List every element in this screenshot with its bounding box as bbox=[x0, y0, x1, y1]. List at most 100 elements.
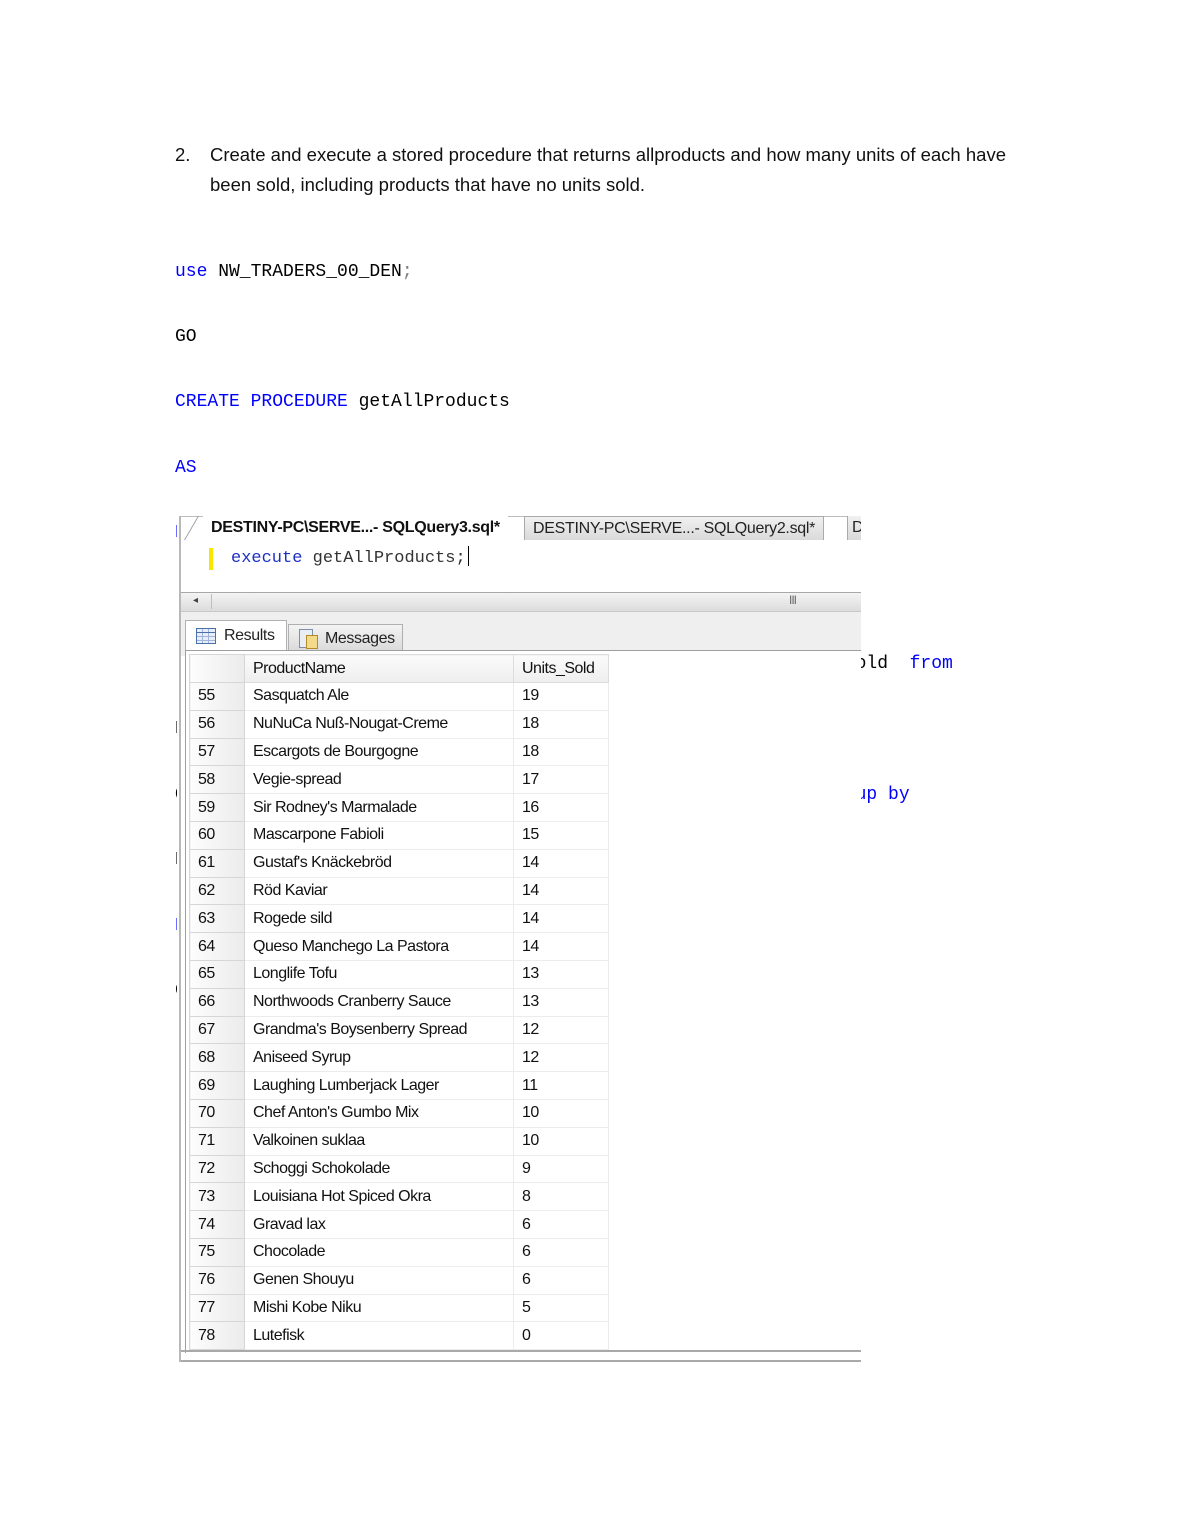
cell-product-name[interactable]: Röd Kaviar bbox=[244, 876, 514, 906]
table-row[interactable]: 66 Northwoods Cranberry Sauce 13 bbox=[189, 987, 609, 1017]
row-number[interactable]: 73 bbox=[189, 1182, 245, 1212]
row-number[interactable]: 65 bbox=[189, 959, 245, 989]
cell-product-name[interactable]: Mascarpone Fabioli bbox=[244, 820, 514, 850]
table-row[interactable]: 67 Grandma's Boysenberry Spread 12 bbox=[189, 1015, 609, 1045]
cell-product-name[interactable]: Gustaf's Knäckebröd bbox=[244, 848, 514, 878]
row-number[interactable]: 77 bbox=[189, 1293, 245, 1323]
scroll-grip-icon[interactable]: III bbox=[789, 593, 797, 607]
cell-product-name[interactable]: Vegie-spread bbox=[244, 765, 514, 795]
cell-product-name[interactable]: Queso Manchego La Pastora bbox=[244, 932, 514, 961]
table-row[interactable]: 71 Valkoinen suklaa 10 bbox=[189, 1126, 609, 1156]
scroll-left-icon[interactable]: ◂ bbox=[193, 595, 198, 606]
cell-product-name[interactable]: Gravad lax bbox=[244, 1210, 514, 1239]
cell-units-sold[interactable]: 6 bbox=[513, 1237, 609, 1267]
table-row[interactable]: 60 Mascarpone Fabioli 15 bbox=[189, 820, 609, 850]
cell-product-name[interactable]: Chef Anton's Gumbo Mix bbox=[244, 1098, 514, 1128]
cell-units-sold[interactable]: 13 bbox=[513, 987, 609, 1017]
scroll-track[interactable] bbox=[211, 594, 860, 609]
cell-units-sold[interactable]: 6 bbox=[513, 1210, 609, 1239]
cell-units-sold[interactable]: 14 bbox=[513, 932, 609, 961]
row-number[interactable]: 58 bbox=[189, 765, 245, 795]
cell-units-sold[interactable]: 14 bbox=[513, 848, 609, 878]
row-number[interactable]: 66 bbox=[189, 987, 245, 1017]
row-number[interactable]: 57 bbox=[189, 737, 245, 767]
cell-product-name[interactable]: Schoggi Schokolade bbox=[244, 1154, 514, 1184]
query-editor[interactable]: execute getAllProducts; bbox=[181, 540, 861, 594]
cell-product-name[interactable]: Sasquatch Ale bbox=[244, 682, 514, 711]
row-number[interactable]: 60 bbox=[189, 820, 245, 850]
table-row[interactable]: 74 Gravad lax 6 bbox=[189, 1210, 609, 1239]
table-row[interactable]: 61 Gustaf's Knäckebröd 14 bbox=[189, 848, 609, 878]
cell-product-name[interactable]: Aniseed Syrup bbox=[244, 1043, 514, 1073]
row-number[interactable]: 64 bbox=[189, 932, 245, 961]
table-row[interactable]: 56 NuNuCa Nuß-Nougat-Creme 18 bbox=[189, 709, 609, 739]
cell-product-name[interactable]: Grandma's Boysenberry Spread bbox=[244, 1015, 514, 1045]
row-number[interactable]: 61 bbox=[189, 848, 245, 878]
cell-product-name[interactable]: Longlife Tofu bbox=[244, 959, 514, 989]
horizontal-scrollbar[interactable]: ◂ III bbox=[181, 592, 861, 612]
editor-text[interactable]: execute getAllProducts; bbox=[231, 546, 469, 568]
cell-units-sold[interactable]: 9 bbox=[513, 1154, 609, 1184]
row-number[interactable]: 78 bbox=[189, 1321, 245, 1351]
cell-product-name[interactable]: Mishi Kobe Niku bbox=[244, 1293, 514, 1323]
row-number[interactable]: 67 bbox=[189, 1015, 245, 1045]
table-row[interactable]: 73 Louisiana Hot Spiced Okra 8 bbox=[189, 1182, 609, 1212]
cell-units-sold[interactable]: 0 bbox=[513, 1321, 609, 1351]
table-row[interactable]: 68 Aniseed Syrup 12 bbox=[189, 1043, 609, 1073]
cell-units-sold[interactable]: 15 bbox=[513, 820, 609, 850]
table-row[interactable]: 72 Schoggi Schokolade 9 bbox=[189, 1154, 609, 1184]
cell-units-sold[interactable]: 6 bbox=[513, 1265, 609, 1295]
row-number[interactable]: 69 bbox=[189, 1071, 245, 1100]
row-number[interactable]: 75 bbox=[189, 1237, 245, 1267]
cell-product-name[interactable]: NuNuCa Nuß-Nougat-Creme bbox=[244, 709, 514, 739]
table-row[interactable]: 62 Röd Kaviar 14 bbox=[189, 876, 609, 906]
row-number[interactable]: 71 bbox=[189, 1126, 245, 1156]
tab-sqlquery3[interactable]: DESTINY-PC\SERVE...- SQLQuery3.sql* bbox=[203, 516, 508, 540]
row-number[interactable]: 59 bbox=[189, 793, 245, 822]
cell-units-sold[interactable]: 18 bbox=[513, 737, 609, 767]
row-number[interactable]: 55 bbox=[189, 682, 245, 711]
cell-product-name[interactable]: Chocolade bbox=[244, 1237, 514, 1267]
cell-product-name[interactable]: Genen Shouyu bbox=[244, 1265, 514, 1295]
cell-units-sold[interactable]: 19 bbox=[513, 682, 609, 711]
table-row[interactable]: 55 Sasquatch Ale 19 bbox=[189, 682, 609, 711]
row-number[interactable]: 72 bbox=[189, 1154, 245, 1184]
cell-units-sold[interactable]: 8 bbox=[513, 1182, 609, 1212]
tab-messages[interactable]: Messages bbox=[288, 624, 403, 651]
column-header-units-sold[interactable]: Units_Sold bbox=[513, 654, 609, 683]
table-row[interactable]: 57 Escargots de Bourgogne 18 bbox=[189, 737, 609, 767]
cell-product-name[interactable]: Northwoods Cranberry Sauce bbox=[244, 987, 514, 1017]
cell-units-sold[interactable]: 5 bbox=[513, 1293, 609, 1323]
row-number[interactable]: 63 bbox=[189, 904, 245, 934]
tab-results[interactable]: Results bbox=[185, 620, 287, 652]
cell-units-sold[interactable]: 18 bbox=[513, 709, 609, 739]
cell-units-sold[interactable]: 14 bbox=[513, 876, 609, 906]
cell-units-sold[interactable]: 12 bbox=[513, 1043, 609, 1073]
cell-units-sold[interactable]: 12 bbox=[513, 1015, 609, 1045]
table-row[interactable]: 59 Sir Rodney's Marmalade 16 bbox=[189, 793, 609, 822]
row-number[interactable]: 62 bbox=[189, 876, 245, 906]
table-row[interactable]: 77 Mishi Kobe Niku 5 bbox=[189, 1293, 609, 1323]
cell-product-name[interactable]: Escargots de Bourgogne bbox=[244, 737, 514, 767]
cell-units-sold[interactable]: 10 bbox=[513, 1098, 609, 1128]
cell-units-sold[interactable]: 13 bbox=[513, 959, 609, 989]
row-number[interactable]: 56 bbox=[189, 709, 245, 739]
cell-units-sold[interactable]: 17 bbox=[513, 765, 609, 795]
table-row[interactable]: 70 Chef Anton's Gumbo Mix 10 bbox=[189, 1098, 609, 1128]
row-number[interactable]: 76 bbox=[189, 1265, 245, 1295]
cell-units-sold[interactable]: 10 bbox=[513, 1126, 609, 1156]
cell-product-name[interactable]: Louisiana Hot Spiced Okra bbox=[244, 1182, 514, 1212]
row-number[interactable]: 70 bbox=[189, 1098, 245, 1128]
cell-product-name[interactable]: Lutefisk bbox=[244, 1321, 514, 1351]
table-row[interactable]: 75 Chocolade 6 bbox=[189, 1237, 609, 1267]
table-row[interactable]: 76 Genen Shouyu 6 bbox=[189, 1265, 609, 1295]
cell-product-name[interactable]: Valkoinen suklaa bbox=[244, 1126, 514, 1156]
row-header-corner[interactable] bbox=[189, 654, 245, 683]
cell-product-name[interactable]: Laughing Lumberjack Lager bbox=[244, 1071, 514, 1100]
table-row[interactable]: 58 Vegie-spread 17 bbox=[189, 765, 609, 795]
tab-sqlquery2[interactable]: DESTINY-PC\SERVE...- SQLQuery2.sql* bbox=[524, 516, 825, 541]
cell-product-name[interactable]: Rogede sild bbox=[244, 904, 514, 934]
row-number[interactable]: 68 bbox=[189, 1043, 245, 1073]
row-number[interactable]: 74 bbox=[189, 1210, 245, 1239]
cell-product-name[interactable]: Sir Rodney's Marmalade bbox=[244, 793, 514, 822]
